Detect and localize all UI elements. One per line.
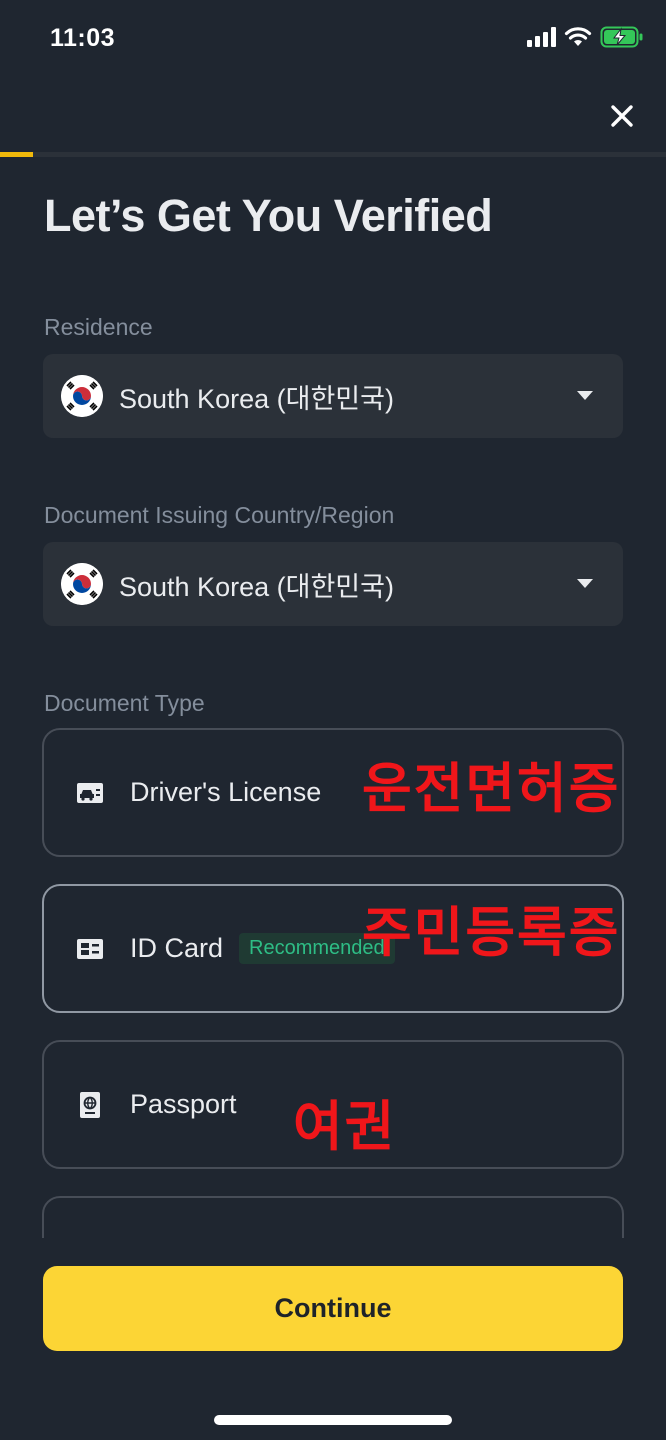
- progress-fill: [0, 152, 34, 157]
- status-bar: 11:03: [0, 0, 666, 84]
- document-type-label: Document Type: [44, 690, 205, 716]
- battery-charging-icon: [600, 26, 643, 48]
- close-icon: [611, 105, 633, 127]
- residence-select[interactable]: South Korea (대한민국): [43, 354, 623, 438]
- south-korea-flag-icon: [61, 375, 103, 417]
- close-button[interactable]: [602, 96, 642, 136]
- chevron-down-icon: [577, 579, 593, 588]
- chevron-down-icon: [577, 391, 593, 400]
- annotation-drivers-license: 운전면허증: [362, 759, 621, 819]
- document-option-partial[interactable]: [42, 1196, 624, 1238]
- id-card-icon: [76, 935, 104, 963]
- residence-value: South Korea (대한민국): [119, 383, 394, 414]
- document-option-label: Driver's License: [130, 777, 322, 807]
- progress-bar: [0, 152, 666, 157]
- issuing-country-select[interactable]: South Korea (대한민국): [43, 542, 623, 626]
- document-option-label: ID Card: [130, 933, 224, 963]
- drivers-license-icon: [76, 779, 104, 807]
- passport-icon: [76, 1091, 104, 1119]
- wifi-icon: [564, 27, 592, 46]
- signal-icon: [527, 27, 556, 47]
- annotation-id-card: 주민등록증: [362, 903, 621, 963]
- annotation-passport: 여권: [293, 1097, 397, 1157]
- south-korea-flag-icon: [61, 563, 103, 605]
- continue-button[interactable]: Continue: [43, 1266, 623, 1351]
- issuing-country-label: Document Issuing Country/Region: [44, 502, 395, 528]
- status-icons: [527, 26, 644, 48]
- issuing-country-value: South Korea (대한민국): [119, 571, 394, 602]
- home-indicator: [214, 1415, 452, 1425]
- residence-label: Residence: [44, 314, 153, 340]
- status-time: 11:03: [50, 24, 116, 52]
- document-option-label: Passport: [130, 1089, 237, 1119]
- page-title: Let’s Get You Verified: [44, 190, 493, 241]
